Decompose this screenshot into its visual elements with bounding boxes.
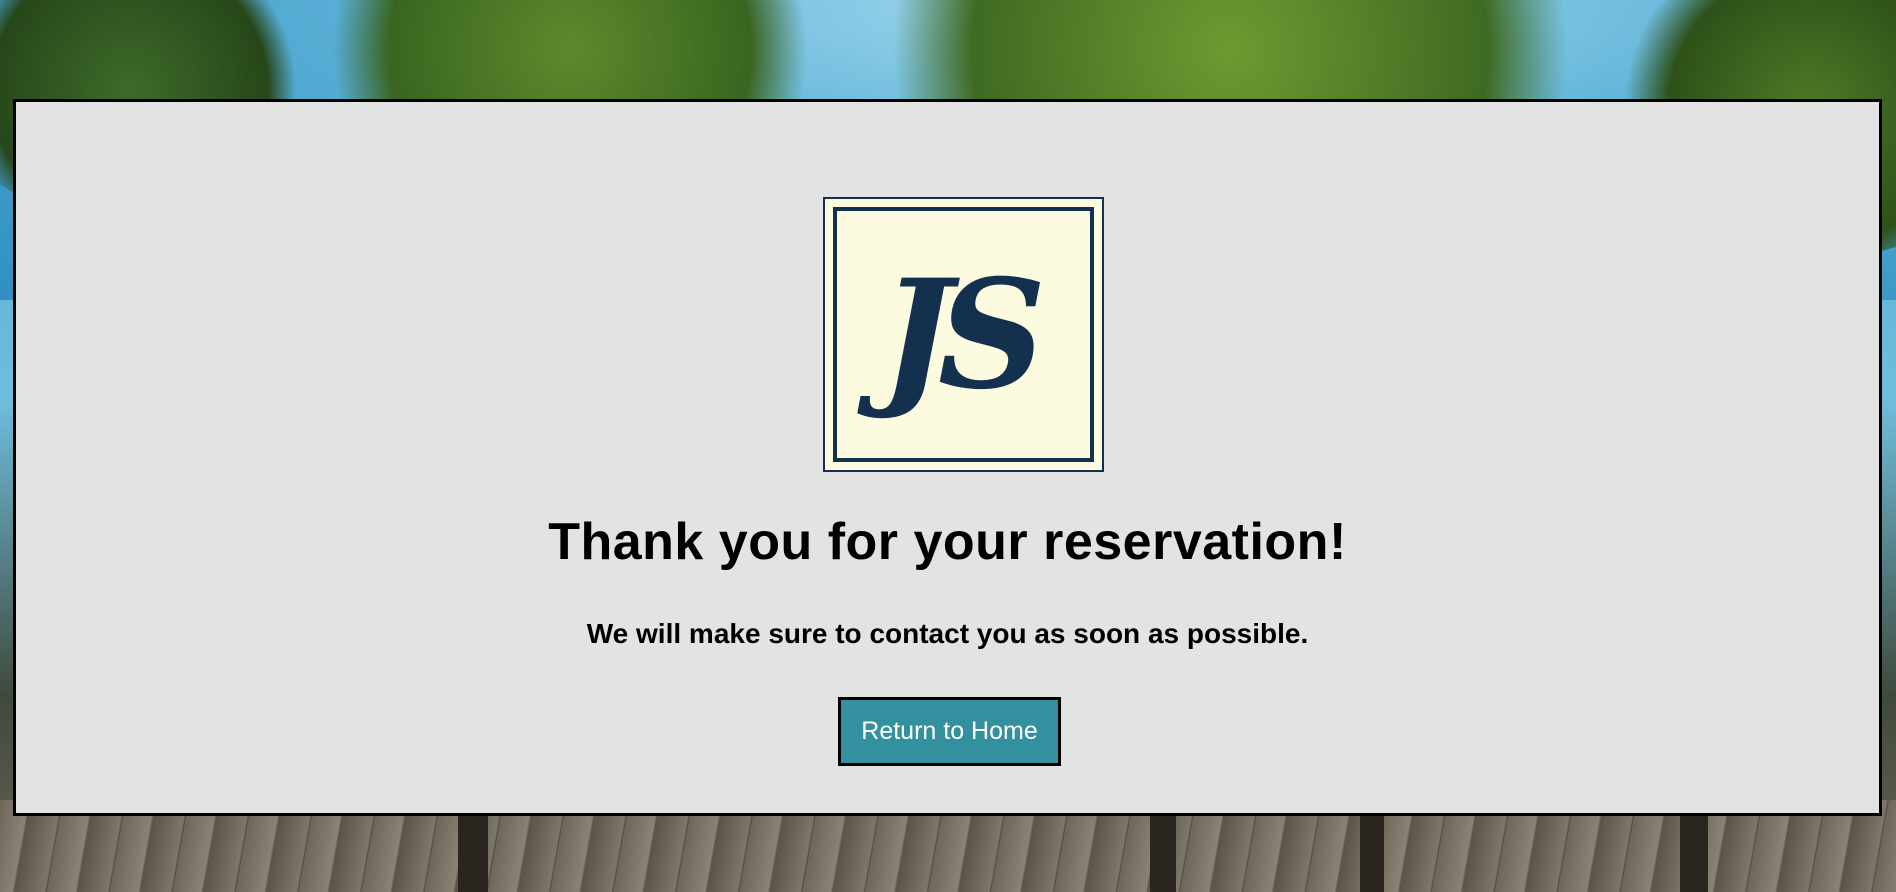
- logo-monogram: JS: [880, 246, 1046, 423]
- confirmation-card: JS Thank you for your reservation! We wi…: [13, 99, 1882, 816]
- deck-post: [1360, 812, 1384, 892]
- brand-logo: JS: [823, 197, 1104, 472]
- deck-post: [458, 812, 488, 892]
- confirmation-message: We will make sure to contact you as soon…: [586, 618, 1309, 649]
- page-title: Thank you for your reservation!: [548, 513, 1347, 571]
- return-home-button[interactable]: Return to Home: [838, 697, 1061, 766]
- deck-post: [1150, 812, 1176, 892]
- deck-post: [1680, 812, 1708, 892]
